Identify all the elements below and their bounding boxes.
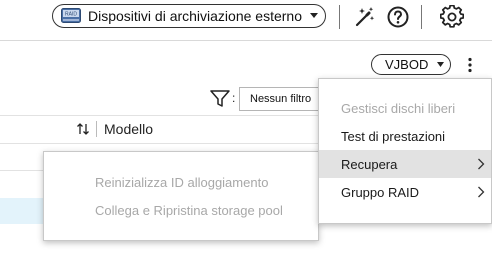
submenu-item-reinitialize-bay-id[interactable]: Reinizializza ID alloggiamento (44, 168, 318, 196)
more-options-icon[interactable] (462, 57, 478, 73)
help-icon[interactable] (386, 5, 410, 29)
filter-value: Nessun filtro (250, 93, 312, 105)
storage-selector-label: Dispositivi di archiviazione esterno (88, 8, 302, 24)
context-menu: Gestisci dischi liberi Test di prestazio… (318, 78, 492, 224)
filter-icon[interactable] (210, 90, 230, 108)
top-toolbar: RAID Dispositivi di archiviazione estern… (0, 0, 492, 41)
submenu-item-attach-restore-pool[interactable]: Collega e Ripristina storage pool (44, 196, 318, 224)
chevron-right-icon (478, 158, 485, 170)
magic-wand-icon[interactable] (353, 5, 377, 29)
menu-item-manage-spare-disks[interactable]: Gestisci dischi liberi (319, 94, 491, 122)
menu-item-raid-group[interactable]: Gruppo RAID (319, 178, 491, 206)
menu-item-performance-test[interactable]: Test di prestazioni (319, 122, 491, 150)
sort-icon[interactable] (76, 122, 90, 136)
svg-text:RAID: RAID (65, 12, 77, 18)
toolbar-divider (421, 5, 422, 29)
enclosure-selector[interactable]: VJBOD (371, 54, 451, 75)
chevron-right-icon (478, 186, 485, 198)
toolbar-divider (339, 5, 340, 29)
enclosure-selector-label: VJBOD (385, 57, 429, 72)
column-header-model[interactable]: Modello (104, 121, 153, 137)
gear-icon[interactable] (440, 5, 464, 29)
caret-down-icon (310, 13, 318, 18)
recover-submenu: Reinizializza ID alloggiamento Collega e… (43, 151, 319, 241)
storage-device-selector[interactable]: RAID Dispositivi di archiviazione estern… (52, 4, 326, 28)
caret-down-icon (437, 62, 444, 67)
raid-drive-icon: RAID (61, 8, 81, 23)
filter-dropdown[interactable]: Nessun filtro (239, 87, 329, 111)
filter-separator: : (232, 91, 236, 105)
column-divider (96, 121, 97, 137)
menu-item-recover[interactable]: Recupera (319, 150, 491, 178)
